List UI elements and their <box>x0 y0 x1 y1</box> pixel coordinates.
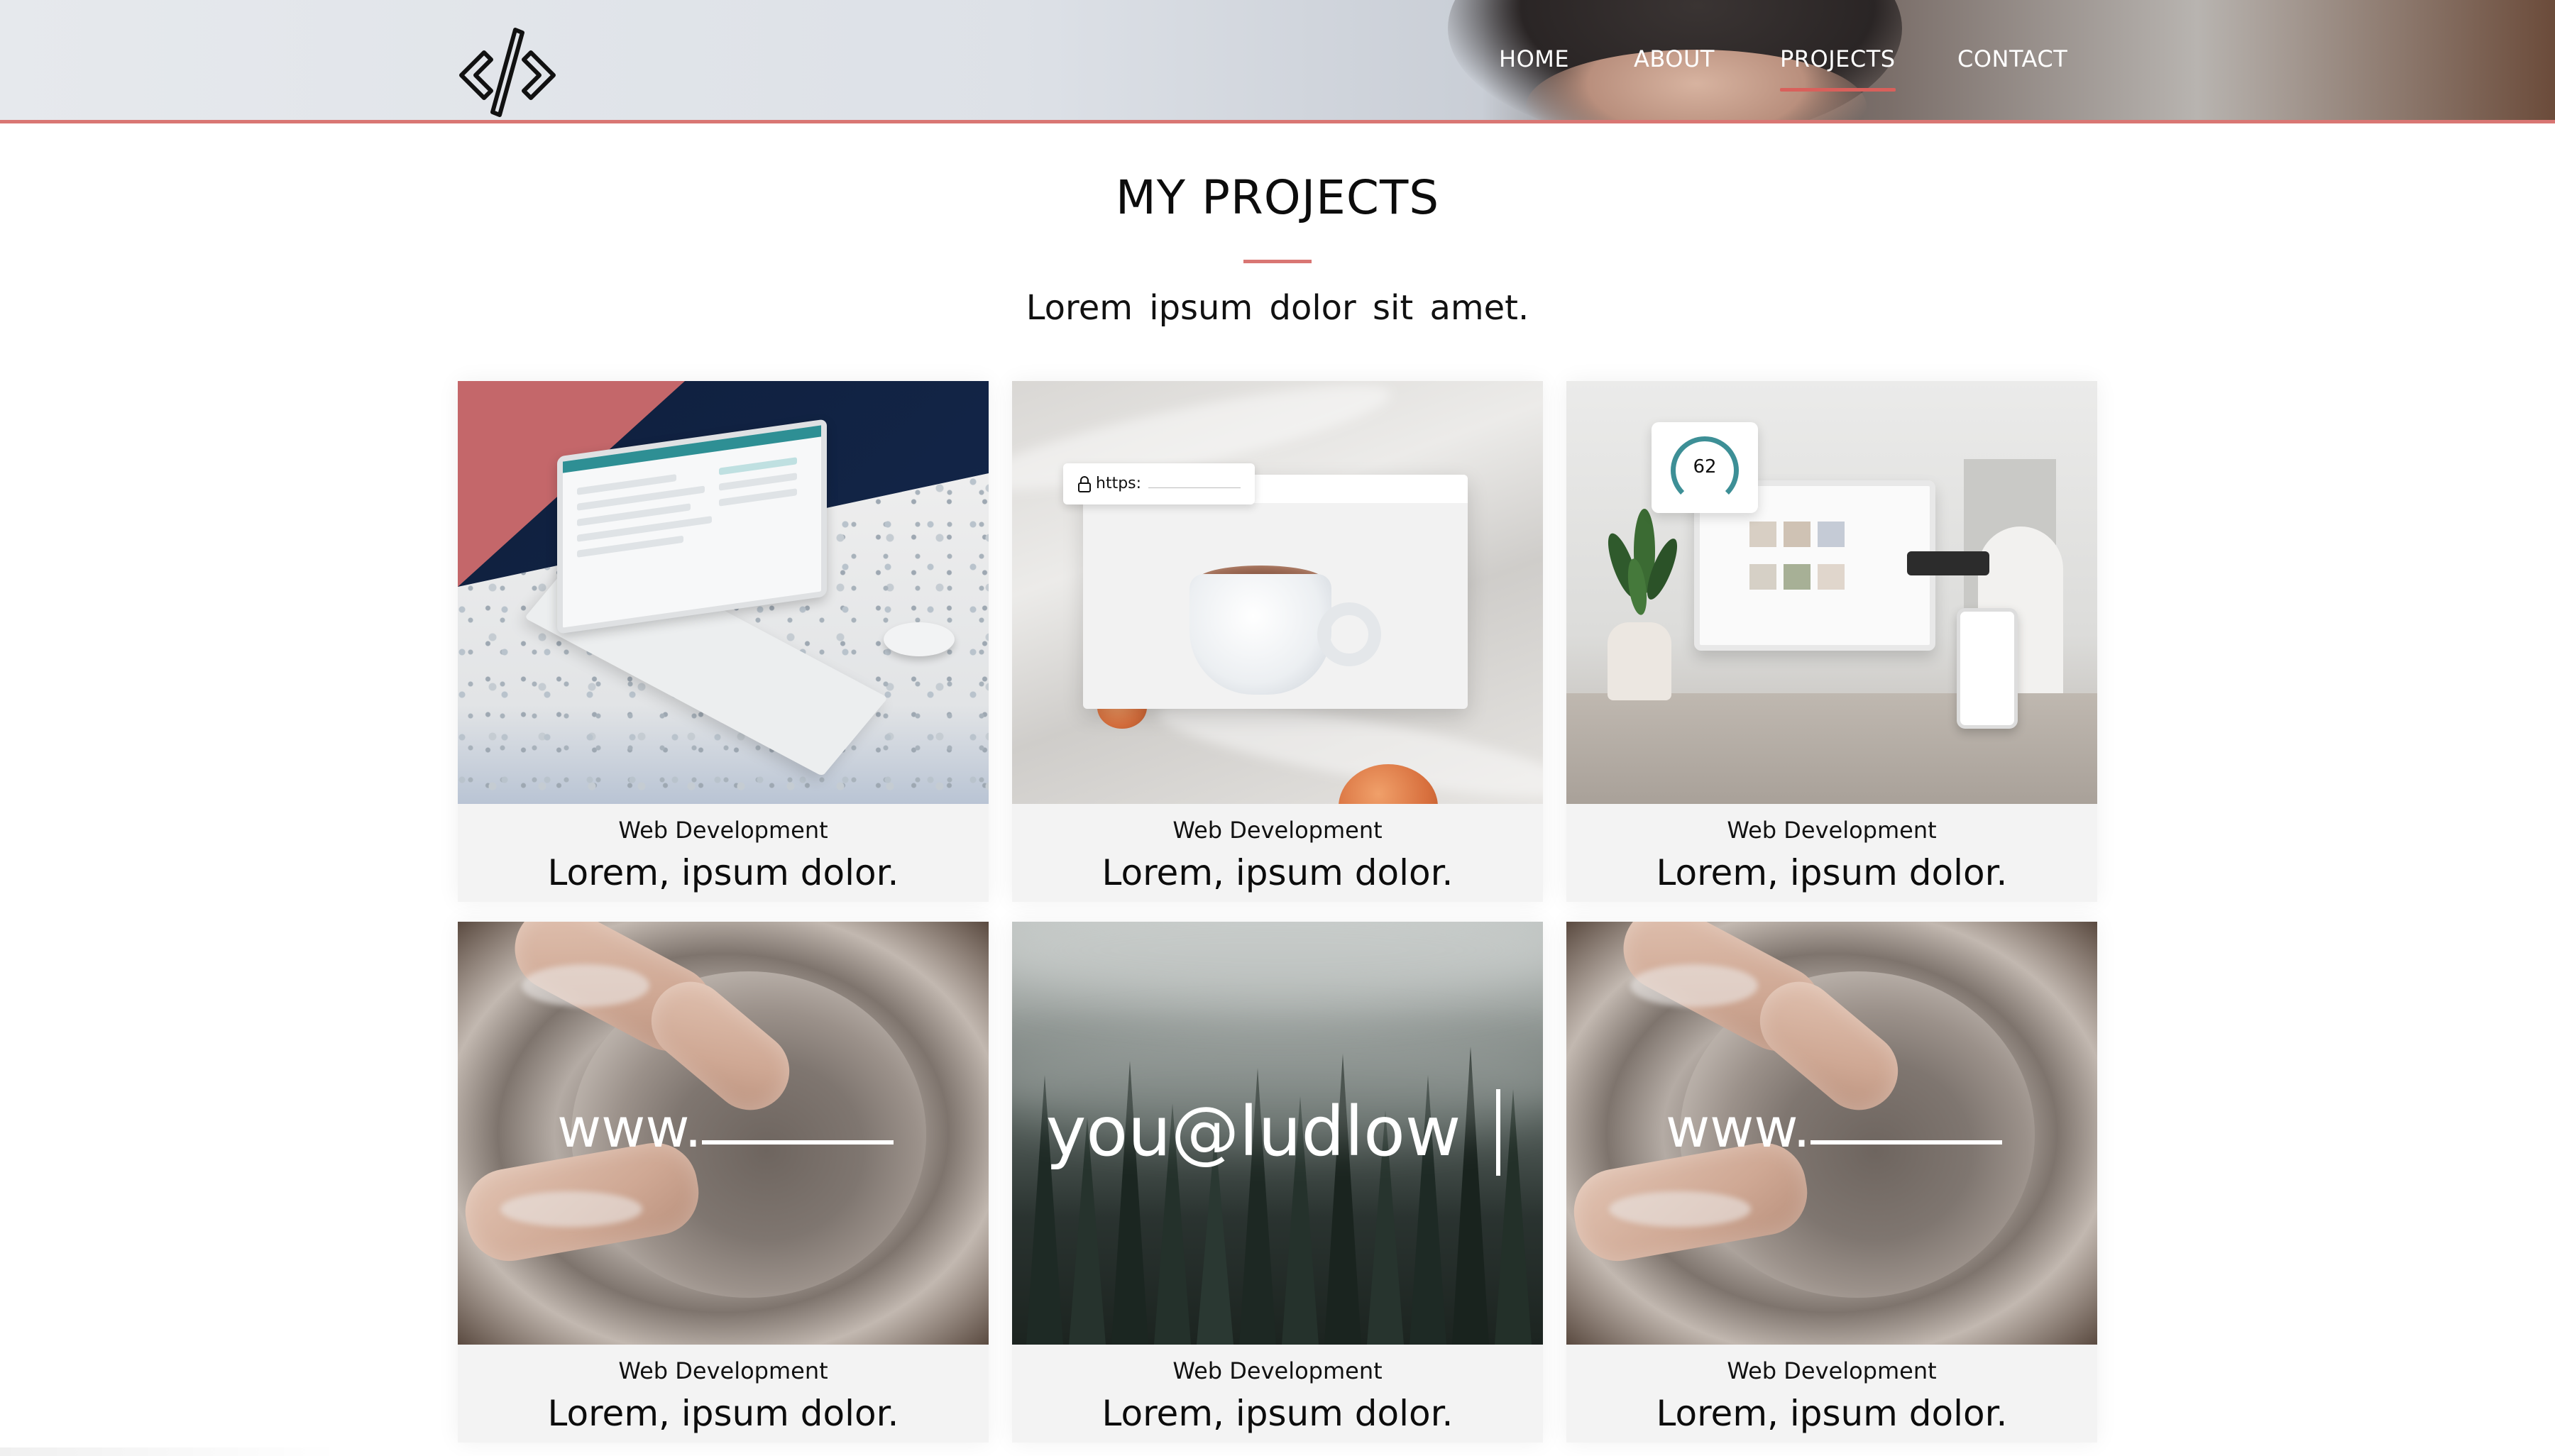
project-name: Lorem, ipsum dolor. <box>1656 1393 2008 1434</box>
project-card[interactable]: https: Web Development Lorem, ipsum dolo… <box>1012 381 1543 902</box>
project-name: Lorem, ipsum dolor. <box>1656 852 2008 893</box>
project-thumbnail-laptop <box>458 381 989 804</box>
url-bar: https: <box>1063 463 1255 504</box>
project-category: Web Development <box>1727 817 1937 844</box>
page-title: MY PROJECTS <box>1115 170 1440 225</box>
project-category: Web Development <box>618 817 828 844</box>
nav-projects[interactable]: PROJECTS <box>1780 45 1896 92</box>
project-category: Web Development <box>1172 817 1383 844</box>
plant-illustration <box>1608 509 1678 615</box>
project-category: Web Development <box>1172 1357 1383 1384</box>
project-card[interactable]: www. Web Development Lorem, ipsum dolor. <box>1566 922 2097 1443</box>
text-cursor <box>1496 1089 1500 1176</box>
project-thumbnail-studio-screen: 62 <box>1566 381 2097 804</box>
project-card[interactable]: Web Development Lorem, ipsum dolor. <box>458 381 989 902</box>
page-subtitle: Lorem ipsum dolor sit amet. <box>1026 288 1529 328</box>
project-category: Web Development <box>1727 1357 1937 1384</box>
project-thumbnail-forest: you@ludlow <box>1012 922 1543 1345</box>
performance-gauge: 62 <box>1652 422 1758 513</box>
project-card[interactable]: you@ludlow Web Development Lorem, ipsum … <box>1012 922 1543 1443</box>
floating-toolbar <box>1907 551 1989 575</box>
project-thumbnail-pottery: www. <box>1566 922 2097 1345</box>
site-header: HOME ABOUT PROJECTS CONTACT <box>0 0 2555 123</box>
project-card[interactable]: www. Web Development Lorem, ipsum dolor. <box>458 922 989 1443</box>
overlay-text: www. <box>1666 1096 1811 1159</box>
overlay-text: you@ludlow <box>1045 1092 1461 1171</box>
code-brackets-icon[interactable] <box>454 24 561 121</box>
project-name: Lorem, ipsum dolor. <box>547 1393 899 1434</box>
project-thumbnail-pottery: www. <box>458 922 989 1345</box>
project-name: Lorem, ipsum dolor. <box>547 852 899 893</box>
project-name: Lorem, ipsum dolor. <box>1101 852 1454 893</box>
overlay-text: www. <box>557 1096 702 1159</box>
project-category: Web Development <box>618 1357 828 1384</box>
nav-about[interactable]: ABOUT <box>1634 45 1715 72</box>
title-underline-divider <box>1243 260 1312 263</box>
url-text: https: <box>1096 475 1142 492</box>
nav-home[interactable]: HOME <box>1499 45 1569 72</box>
project-name: Lorem, ipsum dolor. <box>1101 1393 1454 1434</box>
project-thumbnail-coffee-cup: https: <box>1012 381 1543 804</box>
lock-icon <box>1078 476 1091 492</box>
project-card[interactable]: 62 Web Development Lorem, ipsum dolor. <box>1566 381 2097 902</box>
nav-contact[interactable]: CONTACT <box>1957 45 2067 72</box>
